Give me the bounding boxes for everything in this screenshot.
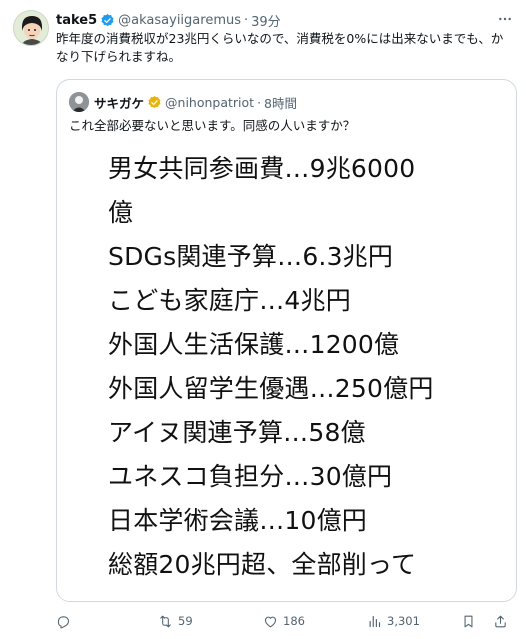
image-text-line: 億 bbox=[108, 198, 134, 227]
image-text-line: ユネスコ負担分…30億円 bbox=[108, 462, 393, 491]
verified-badge-icon bbox=[100, 13, 115, 28]
quote-author-handle: @nihonpatriot bbox=[165, 94, 255, 110]
quote-header-separator: · bbox=[257, 94, 262, 110]
image-text-line: 日本学術会議…10億円 bbox=[108, 506, 368, 535]
image-text-line: 男女共同参画費…9兆6000 bbox=[108, 154, 416, 183]
image-text-line: アイヌ関連予算…58億 bbox=[108, 418, 366, 447]
author-name[interactable]: take5 bbox=[56, 13, 97, 28]
image-text-line: SDGs関連予算…6.3兆円 bbox=[108, 242, 394, 271]
quote-author-name: サキガケ bbox=[94, 95, 145, 111]
tweet-text: 昨年度の消費税収が23兆円くらいなので、消費税を0%には出来ないまでも、かなり下… bbox=[56, 31, 504, 64]
author-handle[interactable]: @akasayiigaremus bbox=[118, 13, 241, 28]
quote-image[interactable]: 男女共同参画費…9兆6000 億 SDGs関連予算…6.3兆円 こども家庭庁…4… bbox=[57, 144, 516, 601]
views-count: 3,301 bbox=[387, 614, 420, 628]
tweet-header: take5 @akasayiigaremus · 39分 bbox=[56, 11, 281, 30]
retweet-button[interactable]: 59 bbox=[158, 609, 193, 633]
share-icon bbox=[495, 615, 506, 627]
quote-author-avatar bbox=[69, 92, 89, 112]
quote-verified-badge-icon bbox=[147, 95, 162, 110]
like-icon bbox=[264, 616, 277, 627]
retweet-count: 59 bbox=[178, 614, 193, 628]
like-count: 186 bbox=[283, 614, 305, 628]
image-text-line: 外国人留学生優遇…250億円 bbox=[108, 374, 434, 403]
quote-time: 8時間 bbox=[264, 95, 297, 111]
bookmark-button[interactable] bbox=[461, 609, 481, 633]
image-text-line: こども家庭庁…4兆円 bbox=[108, 286, 351, 315]
post-time[interactable]: 39分 bbox=[251, 11, 281, 30]
bookmark-icon bbox=[464, 615, 473, 627]
tweet[interactable]: take5 @akasayiigaremus · 39分 昨年度の消費税収が23… bbox=[0, 0, 526, 639]
reply-icon bbox=[57, 615, 70, 629]
action-bar: 59 186 3,301 bbox=[56, 609, 517, 633]
more-dots-icon bbox=[499, 17, 511, 21]
image-text-line: 外国人生活保護…1200億 bbox=[108, 330, 400, 359]
like-button[interactable]: 186 bbox=[263, 609, 305, 633]
reply-button[interactable] bbox=[56, 609, 76, 633]
quoted-tweet[interactable]: サキガケ @nihonpatriot · 8時間 これ全部必要ないと思います。同… bbox=[56, 79, 517, 602]
views-icon bbox=[369, 615, 381, 627]
quote-header: サキガケ @nihonpatriot · 8時間 bbox=[69, 92, 297, 112]
share-button[interactable] bbox=[493, 609, 513, 633]
more-options-button[interactable] bbox=[494, 8, 516, 30]
views-button[interactable]: 3,301 bbox=[367, 609, 420, 633]
author-avatar[interactable] bbox=[13, 10, 49, 46]
retweet-icon bbox=[160, 615, 171, 627]
quote-text: これ全部必要ないと思います。同感の人いますか？ bbox=[69, 118, 356, 133]
image-text-line: 総額20兆円超、全部削って bbox=[108, 550, 417, 579]
header-separator: · bbox=[244, 12, 249, 28]
